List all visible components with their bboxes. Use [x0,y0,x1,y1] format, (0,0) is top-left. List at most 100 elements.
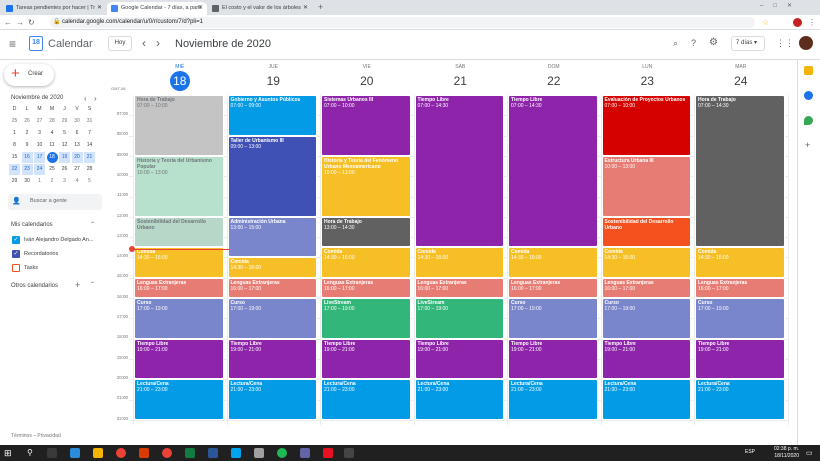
calendar-event[interactable]: Sostenibilidad del Desarrollo Urbano [134,216,224,248]
calendar-event[interactable]: Comida 14:30 – 16:00 [508,247,598,278]
add-addon-icon[interactable]: + [805,140,810,150]
mini-day[interactable]: 14 [84,140,95,151]
chrome-profile-icon[interactable] [162,448,172,458]
calendar-event[interactable]: Lenguas Extranjeras 16:00 – 17:00 [508,277,598,298]
calendar-event[interactable]: Lectura/Cena 21:00 – 23:00 [227,379,317,420]
calendar-event[interactable]: Tiempo Libre 19:00 – 21:00 [508,338,598,380]
gear-icon[interactable]: ⚙ [709,37,718,48]
mini-day[interactable]: 25 [47,164,58,175]
mini-day[interactable]: 1 [9,128,20,139]
calendar-event[interactable]: Taller de Urbanismo III 09:00 – 13:00 [227,135,317,217]
view-select[interactable]: 7 días ▾ [731,36,765,51]
calendar-event[interactable]: Lenguas Extranjeras 16:00 – 17:00 [134,277,224,298]
window-controls[interactable]: –□✕ [760,2,802,9]
close-icon[interactable]: ✕ [198,2,203,15]
calendar-event[interactable]: Tiempo Libre 19:00 – 21:00 [227,338,317,380]
mini-day[interactable]: 3 [34,128,45,139]
mini-day[interactable]: 22 [9,164,20,175]
calendar-event[interactable]: Hora de Trabajo 13:00 – 14:30 [321,216,411,248]
calendar-event[interactable]: Lenguas Extranjeras 16:00 – 17:00 [414,277,504,298]
calendar-event[interactable]: Lenguas Extranjeras 16:00 – 17:00 [321,277,411,298]
day-number[interactable]: 24 [731,71,751,91]
mini-day[interactable]: 28 [47,116,58,127]
calendar-event[interactable]: Tiempo Libre 19:00 – 21:00 [414,338,504,380]
calendar-event[interactable]: Comida 14:30 – 16:00 [601,247,691,278]
search-icon[interactable]: ⌕ [673,38,678,49]
mini-day[interactable]: 6 [72,128,83,139]
avatar[interactable] [793,18,802,27]
mini-day[interactable]: 12 [59,140,70,151]
calendar-event[interactable]: Tiempo Libre 19:00 – 21:00 [695,338,785,380]
help-icon[interactable]: ? [691,38,696,48]
teams-icon[interactable] [300,448,310,458]
calendar-event[interactable]: Administración Urbana 13:00 – 15:00 [227,216,317,258]
user-avatar[interactable] [799,36,813,50]
calendar-event[interactable]: Lenguas Extranjeras 16:00 – 17:00 [601,277,691,298]
mini-day[interactable]: 15 [9,152,20,163]
calendar-event[interactable]: Gobierno y Asuntos Públicos 07:00 – 09:00 [227,95,317,136]
notification-icon[interactable]: ▭ [806,449,813,457]
day-header[interactable]: JUE 19 [227,60,321,96]
mini-day[interactable]: 27 [72,164,83,175]
calendar-event[interactable]: Lectura/Cena 21:00 – 23:00 [321,379,411,420]
calendar-event[interactable]: Curso 17:00 – 19:00 [601,298,691,339]
mini-day[interactable]: 21 [84,152,95,163]
apps-grid-icon[interactable]: ⋮⋮ [776,38,794,49]
mini-day[interactable]: 5 [84,176,95,187]
edge-icon[interactable] [70,448,80,458]
mini-day[interactable]: 20 [71,152,83,163]
calendar-event[interactable]: Tiempo Libre 07:00 – 14:30 [508,95,598,248]
mini-day[interactable]: 9 [22,140,33,151]
chevron-left-icon[interactable]: ‹ [84,94,87,103]
mini-day[interactable]: 25 [9,116,20,127]
calendar-event[interactable]: Tiempo Libre 07:00 – 14:30 [414,95,504,248]
mini-day[interactable]: 5 [59,128,70,139]
mini-day[interactable]: 26 [22,116,33,127]
mini-day[interactable]: 13 [72,140,83,151]
mini-day[interactable]: 3 [59,176,70,187]
menu-dots-icon[interactable]: ⋮ [808,17,816,28]
chevron-up-icon[interactable]: ⌃ [90,221,95,228]
hamburger-icon[interactable]: ≡ [9,37,16,51]
calendar-event[interactable]: Lenguas Extranjeras 16:00 – 17:00 [227,277,317,298]
mini-day[interactable]: 4 [72,176,83,187]
maps-icon[interactable] [804,116,813,125]
browser-tab[interactable]: Tareas pendientes por hacer | Tr ✕ [2,2,106,15]
close-icon[interactable]: ✕ [97,2,102,15]
mini-day[interactable]: 7 [84,128,95,139]
mini-day[interactable]: 17 [34,152,45,163]
calendar-event[interactable]: Hora de Trabajo 07:00 – 14:30 [695,95,785,248]
day-number[interactable]: 18 [169,71,190,91]
calendar-event[interactable]: Comida 14:30 – 16:00 [227,257,317,278]
calendar-event[interactable]: Lenguas Extranjeras 16:00 – 17:00 [695,277,785,298]
mini-day[interactable]: 11 [47,140,58,151]
mini-day[interactable]: 4 [47,128,58,139]
mini-day[interactable]: 27 [34,116,45,127]
app-icon[interactable] [344,448,354,458]
spotify-icon[interactable] [277,448,287,458]
calendar-event[interactable]: Lectura/Cena 21:00 – 23:00 [414,379,504,420]
calendar-event[interactable]: Tiempo Libre 19:00 – 21:00 [601,338,691,380]
star-icon[interactable]: ☆ [762,17,769,28]
calendar-event[interactable]: Sistemas Urbanos III 07:00 – 10:00 [321,95,411,156]
app-icon[interactable] [231,448,241,458]
day-header[interactable]: LUN 23 [601,60,695,96]
mini-day[interactable]: 18 [46,152,58,163]
day-header[interactable]: VIE 20 [320,60,414,96]
today-button[interactable]: Hoy [108,36,132,51]
day-number[interactable]: 22 [544,71,564,91]
chrome-icon[interactable] [116,448,126,458]
back-icon[interactable]: ← [4,17,12,28]
mini-day[interactable]: 1 [34,176,45,187]
browser-tab-active[interactable]: Google Calendar - 7 días, a parti ✕ [107,2,207,15]
calendar-event[interactable]: Hora de Trabajo 07:00 – 10:00 [134,95,224,156]
calendar-event[interactable]: Lectura/Cena 21:00 – 23:00 [601,379,691,420]
terms-privacy-link[interactable]: Términos – Privacidad [11,433,61,439]
search-icon[interactable]: ⚲ [27,448,33,457]
windows-start-icon[interactable]: ⊞ [4,448,12,459]
mini-day[interactable]: 2 [47,176,58,187]
calendar-event[interactable]: Comida 14:30 – 16:00 [695,247,785,278]
mini-day[interactable]: 10 [34,140,45,151]
other-calendars-heading[interactable]: Otros calendarios [11,283,58,289]
chevron-up-icon[interactable]: ⌃ [90,281,95,288]
